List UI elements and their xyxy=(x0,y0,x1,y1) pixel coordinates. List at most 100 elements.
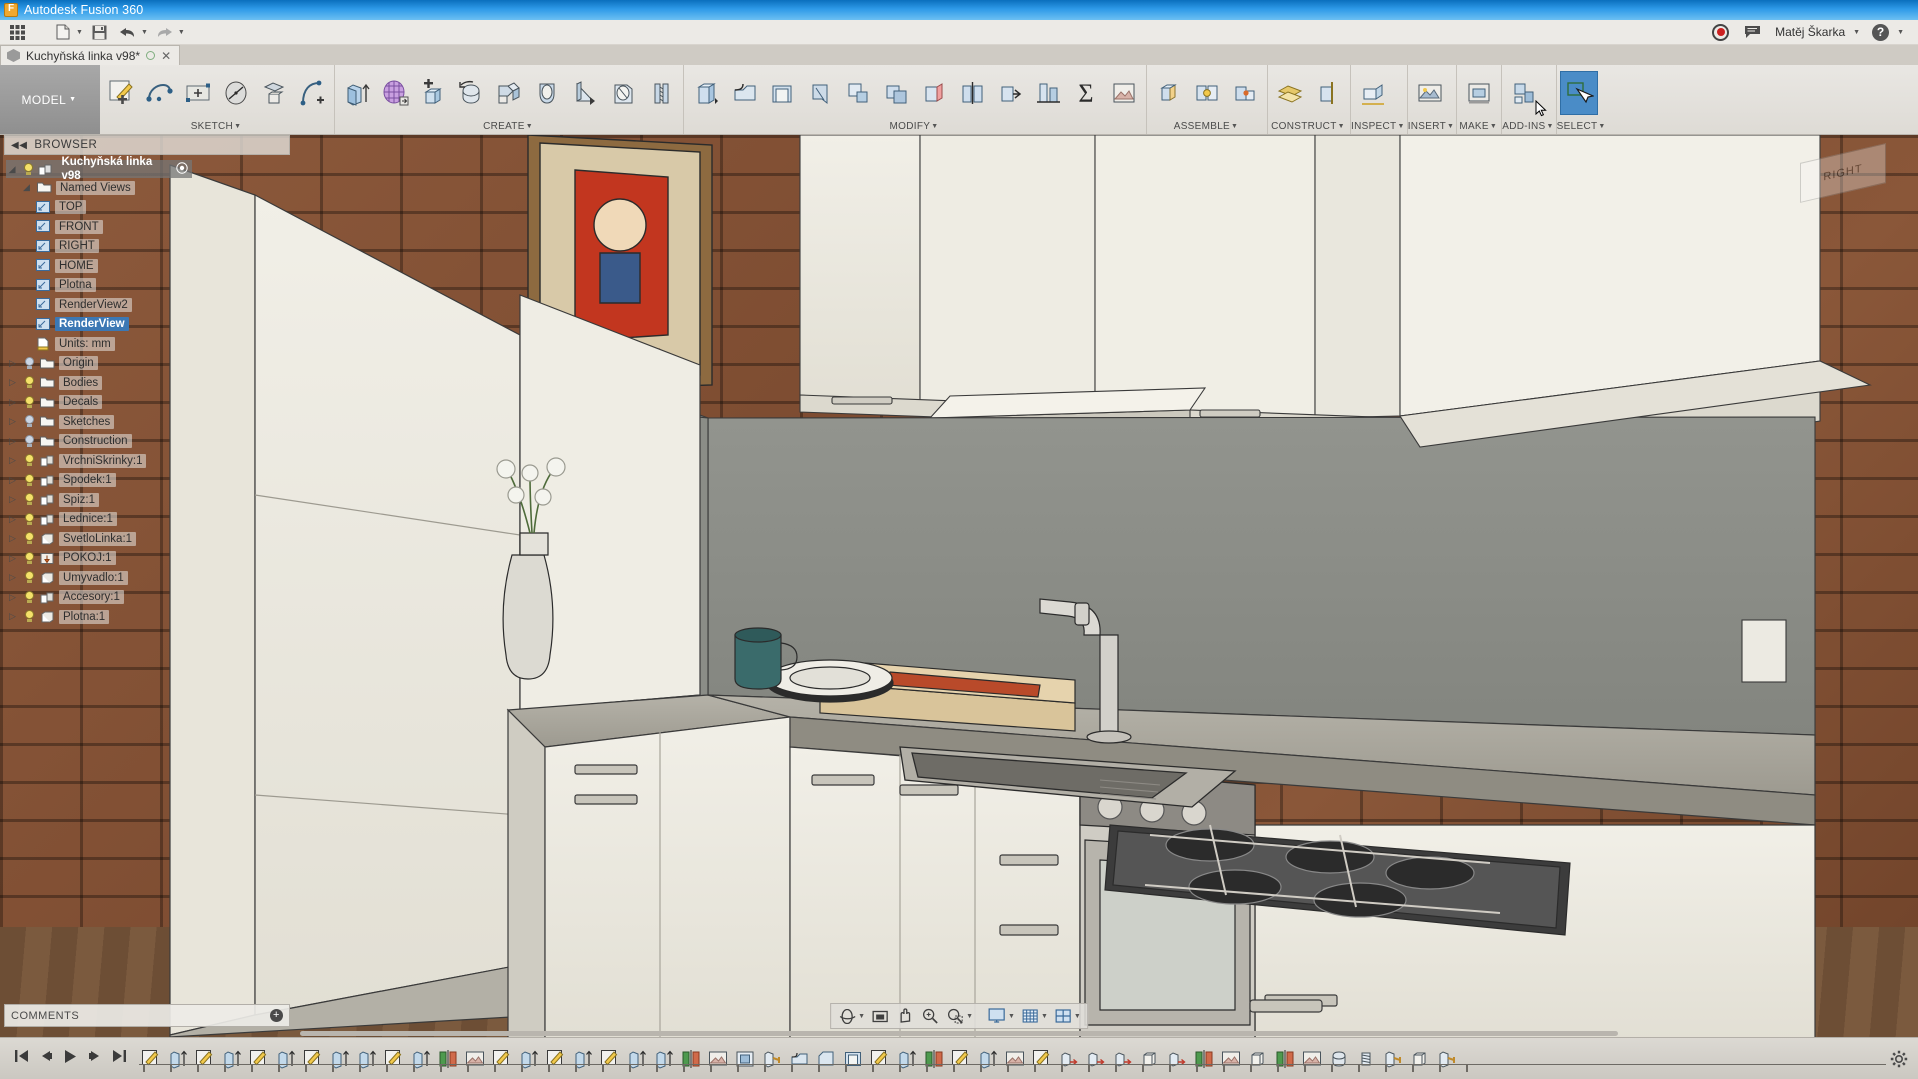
3d-viewport[interactable]: IKEA xyxy=(0,135,1918,1037)
ribbon-panel-label-construct[interactable]: CONSTRUCT ▼ xyxy=(1268,119,1350,134)
display-settings-icon[interactable] xyxy=(985,1005,1009,1027)
ribbon-panel-label-assemble[interactable]: ASSEMBLE ▼ xyxy=(1147,119,1267,134)
visibility-bulb-icon[interactable] xyxy=(23,473,36,487)
tree-node-view-front[interactable]: FRONT xyxy=(6,217,292,237)
pan-icon[interactable] xyxy=(893,1005,917,1027)
workspace-switcher-button[interactable]: MODEL ▼ xyxy=(0,65,100,134)
viewports-caret-icon[interactable]: ▼ xyxy=(1074,1013,1081,1020)
redo-icon[interactable] xyxy=(152,21,178,43)
timeline-track[interactable] xyxy=(139,1039,1886,1079)
press-pull-tool[interactable] xyxy=(687,71,725,115)
chevron-right-icon[interactable]: ▷ xyxy=(6,436,19,447)
add-comment-icon[interactable]: + xyxy=(270,1009,283,1022)
grid-snap-icon[interactable] xyxy=(1018,1005,1042,1027)
timeline-step-back-button[interactable] xyxy=(39,1049,53,1068)
align-tool[interactable] xyxy=(1029,71,1067,115)
tree-node-view-top[interactable]: TOP xyxy=(6,198,292,218)
chevron-right-icon[interactable]: ▷ xyxy=(6,553,19,564)
view-cube[interactable]: RIGHT xyxy=(1790,141,1900,251)
mesh-tool[interactable] xyxy=(376,71,414,115)
timeline-go-end-button[interactable] xyxy=(112,1049,127,1068)
comments-panel[interactable]: COMMENTS + xyxy=(4,1004,290,1027)
chevron-right-icon[interactable]: ▷ xyxy=(6,494,19,505)
help-caret-icon[interactable]: ▼ xyxy=(1897,29,1904,36)
save-icon[interactable] xyxy=(87,21,113,43)
tree-node-construction[interactable]: ▷ Construction xyxy=(6,432,292,452)
new-file-caret-icon[interactable]: ▼ xyxy=(76,29,83,36)
tree-node-view-renderview[interactable]: RenderView xyxy=(6,315,292,335)
display-caret-icon[interactable]: ▼ xyxy=(1008,1013,1015,1020)
construction-axis-tool[interactable] xyxy=(1309,71,1347,115)
zoom-window-icon[interactable] xyxy=(943,1005,967,1027)
combine-tool[interactable] xyxy=(877,71,915,115)
visibility-bulb-icon[interactable] xyxy=(23,532,36,545)
visibility-bulb-icon[interactable] xyxy=(23,356,36,370)
chevron-right-icon[interactable]: ▷ xyxy=(6,416,19,427)
hole-tool[interactable] xyxy=(604,71,642,115)
orbit-icon[interactable] xyxy=(835,1005,859,1027)
shell-tool[interactable] xyxy=(763,71,801,115)
tree-node-bodies[interactable]: ▷ Bodies xyxy=(6,373,292,393)
ribbon-panel-label-addins[interactable]: ADD-INS ▼ xyxy=(1502,119,1555,134)
move-copy-tool[interactable] xyxy=(991,71,1029,115)
ribbon-panel-label-select[interactable]: SELECT ▼ xyxy=(1557,119,1608,134)
chevron-right-icon[interactable]: ▷ xyxy=(6,611,19,622)
ribbon-panel-label-create[interactable]: CREATE ▼ xyxy=(335,119,683,134)
visibility-bulb-icon[interactable] xyxy=(23,610,36,623)
visibility-bulb-icon[interactable] xyxy=(23,395,36,409)
visibility-bulb-icon[interactable] xyxy=(23,493,36,506)
tree-node-units[interactable]: Units: mm xyxy=(6,334,292,354)
appearance-tool[interactable] xyxy=(1105,71,1143,115)
visibility-bulb-icon[interactable] xyxy=(23,551,36,565)
undo-icon[interactable] xyxy=(115,21,141,43)
sketch-offset-plane-tool[interactable] xyxy=(255,71,293,115)
view-cube-face-label[interactable]: RIGHT xyxy=(1800,143,1886,203)
user-caret-icon[interactable]: ▼ xyxy=(1853,29,1860,36)
grid-caret-icon[interactable]: ▼ xyxy=(1041,1013,1048,1020)
new-component-tool[interactable] xyxy=(1150,71,1188,115)
tree-node-lednice[interactable]: ▷ Lednice:1 xyxy=(6,510,292,530)
visibility-bulb-icon[interactable] xyxy=(23,454,36,467)
tree-node-view-right[interactable]: RIGHT xyxy=(6,237,292,257)
chevron-right-icon[interactable]: ▷ xyxy=(6,358,19,369)
timeline-play-button[interactable] xyxy=(63,1049,78,1069)
tree-node-view-home[interactable]: HOME xyxy=(6,256,292,276)
timeline-settings-icon[interactable] xyxy=(1886,1050,1912,1068)
chevron-right-icon[interactable]: ▷ xyxy=(6,397,19,408)
box-tool[interactable] xyxy=(414,71,452,115)
tree-node-vrchniskrinky[interactable]: ▷ VrchniSkrinky:1 xyxy=(6,451,292,471)
extrude-tool[interactable] xyxy=(338,71,376,115)
draft-tool[interactable] xyxy=(801,71,839,115)
sketch-circle-tool[interactable] xyxy=(217,71,255,115)
ribbon-panel-label-inspect[interactable]: INSPECT ▼ xyxy=(1351,119,1407,134)
tree-node-view-renderview2[interactable]: RenderView2 xyxy=(6,295,292,315)
collapse-left-icon[interactable]: ◀◀ xyxy=(11,140,27,151)
chevron-right-icon[interactable]: ▷ xyxy=(6,572,19,583)
rib-tool[interactable] xyxy=(566,71,604,115)
create-sketch-tool[interactable] xyxy=(103,71,141,115)
chevron-right-icon[interactable]: ▷ xyxy=(6,592,19,603)
orbit-caret-icon[interactable]: ▼ xyxy=(858,1013,865,1020)
sketch-line-tool[interactable] xyxy=(141,71,179,115)
timeline-go-start-button[interactable] xyxy=(14,1049,29,1068)
ribbon-panel-label-modify[interactable]: MODIFY ▼ xyxy=(684,119,1146,134)
zoom-icon[interactable] xyxy=(918,1005,942,1027)
fit-icon[interactable] xyxy=(868,1005,892,1027)
redo-caret-icon[interactable]: ▼ xyxy=(178,29,185,36)
split-body-tool[interactable] xyxy=(953,71,991,115)
tree-node-spodek[interactable]: ▷ Spodek:1 xyxy=(6,471,292,491)
tree-node-decals[interactable]: ▷ Decals xyxy=(6,393,292,413)
revolve-tool[interactable] xyxy=(452,71,490,115)
visibility-bulb-icon[interactable] xyxy=(23,590,36,604)
viewports-icon[interactable] xyxy=(1051,1005,1075,1027)
zoom-window-caret-icon[interactable]: ▼ xyxy=(966,1013,973,1020)
insert-decal-tool[interactable] xyxy=(1411,71,1449,115)
close-icon[interactable]: ✕ xyxy=(161,49,171,63)
measure-tool[interactable] xyxy=(1354,71,1392,115)
visibility-bulb-icon[interactable] xyxy=(23,415,36,428)
sketch-arc-tool[interactable] xyxy=(293,71,331,115)
visibility-bulb-icon[interactable] xyxy=(23,434,36,448)
parameters-tool[interactable]: Σ xyxy=(1067,71,1105,115)
tree-node-root[interactable]: ◢ Kuchyňská linka v98 xyxy=(6,156,192,182)
tree-node-spiz[interactable]: ▷ Spiz:1 xyxy=(6,490,292,510)
